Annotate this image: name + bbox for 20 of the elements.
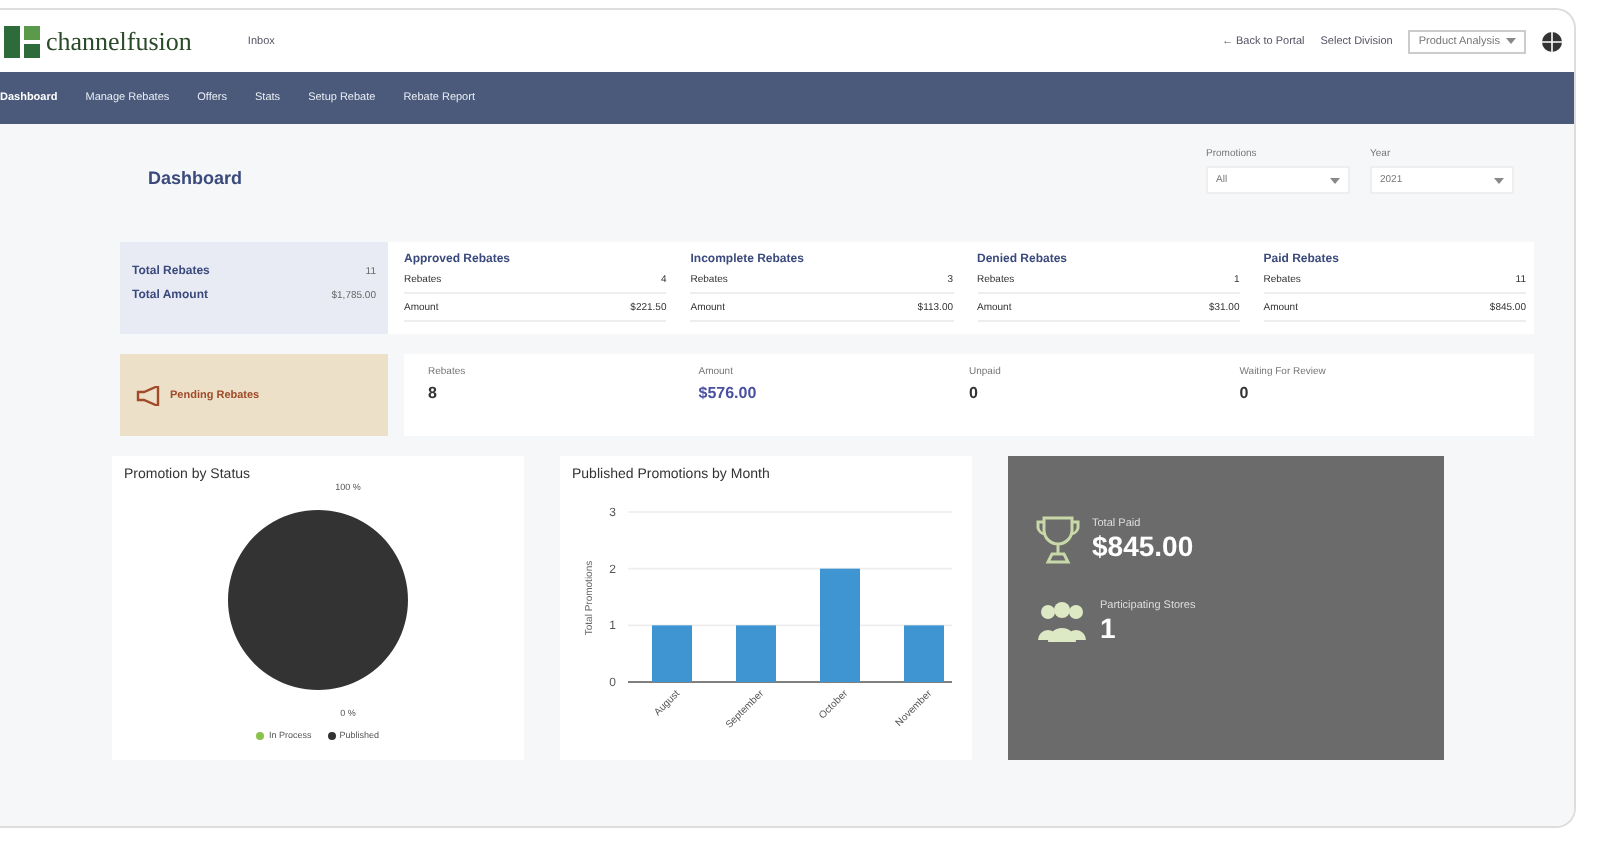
logo-text: channelfusion <box>46 25 192 57</box>
megaphone-icon <box>136 385 164 405</box>
bar <box>736 625 776 682</box>
summary-value: $845.00 <box>1092 530 1194 562</box>
logo-icon <box>4 25 40 57</box>
trophy-icon <box>1036 516 1080 564</box>
caret-icon <box>1494 177 1504 183</box>
bar <box>652 625 692 682</box>
caret-icon <box>1330 177 1340 183</box>
stat-value: 8 <box>428 384 439 402</box>
bar <box>820 568 860 682</box>
stat-value: 0 <box>969 384 980 402</box>
page-title: Dashboard <box>148 168 243 188</box>
caret-icon <box>1506 38 1516 44</box>
summary-value: 1 <box>1100 612 1118 644</box>
globe-icon[interactable] <box>1542 31 1562 51</box>
people-icon <box>1036 600 1088 644</box>
stat-value: $576.00 <box>698 384 759 402</box>
bar <box>904 625 944 682</box>
stat-value: 0 <box>1239 384 1251 402</box>
